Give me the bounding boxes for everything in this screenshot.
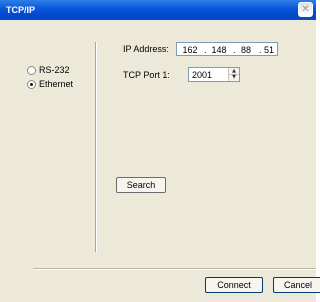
spin-buttons[interactable]: ▲ ▼ xyxy=(228,68,239,81)
radio-rs232-label: RS-232 xyxy=(39,65,70,75)
tcp-port-stepper[interactable]: 2001 ▲ ▼ xyxy=(188,67,240,82)
close-button[interactable]: ✕ xyxy=(298,2,313,17)
radio-circle[interactable] xyxy=(27,66,36,75)
tcp-port-value[interactable]: 2001 xyxy=(192,70,212,80)
ip-separator: . xyxy=(204,45,207,55)
radio-circle[interactable] xyxy=(27,80,36,89)
ip-octet-2[interactable]: 148 xyxy=(208,45,230,55)
tcp-port-label: TCP Port 1: xyxy=(123,70,170,80)
ip-address-label: IP Address: xyxy=(123,44,169,54)
ip-address-input[interactable]: 162 . 148 . 88 . 51 xyxy=(176,42,278,56)
ip-octet-1[interactable]: 162 xyxy=(179,45,201,55)
connect-button[interactable]: Connect xyxy=(205,277,263,293)
window-title: TCP/IP xyxy=(6,5,36,15)
search-button[interactable]: Search xyxy=(116,177,166,193)
horizontal-divider xyxy=(33,268,316,270)
radio-selected-dot xyxy=(30,83,33,86)
ip-octet-3[interactable]: 88 xyxy=(236,45,256,55)
close-icon: ✕ xyxy=(301,4,310,15)
vertical-divider xyxy=(95,42,97,252)
cancel-button[interactable]: Cancel xyxy=(273,277,320,293)
title-bar[interactable]: TCP/IP ✕ xyxy=(0,0,316,20)
spin-down-icon[interactable]: ▼ xyxy=(229,74,239,80)
radio-ethernet-label: Ethernet xyxy=(39,79,74,89)
ip-octet-4[interactable]: 51 xyxy=(261,45,277,55)
tcpip-dialog: TCP/IP ✕ RS-232 Ethernet IP Address: 162… xyxy=(0,0,320,302)
